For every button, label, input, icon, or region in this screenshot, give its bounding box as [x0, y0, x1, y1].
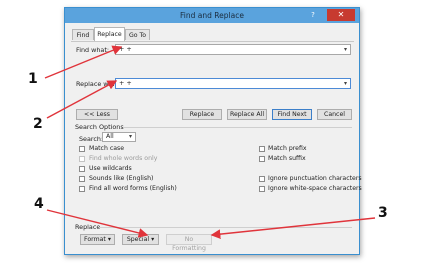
arrow-4: [46, 209, 149, 238]
annotation-number-1: 1: [28, 71, 38, 87]
annotation-number-3: 3: [378, 205, 388, 221]
arrow-1: [44, 45, 123, 79]
annotation-arrows: [44, 45, 376, 240]
annotation-number-4: 4: [34, 196, 44, 212]
arrow-2: [46, 80, 118, 119]
annotation-number-2: 2: [33, 116, 43, 132]
arrow-3: [210, 217, 376, 240]
